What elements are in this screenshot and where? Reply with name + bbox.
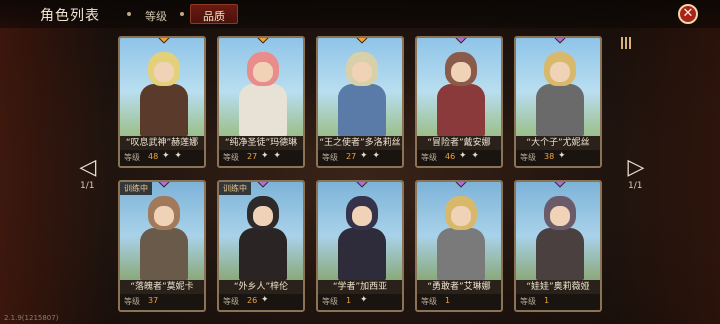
character-name: “王之使者”多洛莉丝 [318, 136, 402, 150]
tab-separator-dot [127, 12, 131, 16]
character-name: “学者”加西亚 [318, 280, 402, 294]
level-label: 等级 [421, 153, 437, 162]
star-rank-icon: ✦ ✦ [261, 151, 282, 161]
character-name: “外乡人”梓伦 [219, 280, 303, 294]
character-portrait [417, 38, 501, 136]
character-card[interactable]: “冒险者”戴安娜等级 46 ✦ ✦ [415, 36, 503, 168]
character-portrait [219, 182, 303, 280]
right-page-indicator: 1/1 [628, 181, 643, 191]
character-name: “冒险者”戴安娜 [417, 136, 501, 150]
character-portrait [516, 38, 600, 136]
level-label: 等级 [322, 153, 338, 162]
character-info-bar: 等级 1 [516, 294, 600, 310]
version-label: 2.1.9(1215807) [4, 314, 59, 322]
level-label: 等级 [421, 297, 437, 306]
character-name: “娃娃”奥莉薇娅 [516, 280, 600, 294]
character-portrait [318, 182, 402, 280]
character-card[interactable]: “王之使者”多洛莉丝等级 27 ✦ ✦ [316, 36, 404, 168]
level-label: 等级 [520, 153, 536, 162]
character-portrait [120, 182, 204, 280]
star-rank-icon: ✦ ✦ [459, 151, 480, 161]
level-value: 1 [445, 296, 451, 305]
page-title: 角色列表 [40, 8, 100, 24]
character-info-bar: 等级 37 [120, 294, 204, 310]
character-card[interactable]: “大个子”尤妮丝等级 38 ✦ [514, 36, 602, 168]
character-card[interactable]: “勇敢者”艾琳娜等级 1 [415, 180, 503, 312]
character-portrait [120, 38, 204, 136]
character-name: “纯净圣徒”玛德琳 [219, 136, 303, 150]
level-label: 等级 [223, 297, 239, 306]
character-info-bar: 等级 1 ✦ [318, 294, 402, 310]
character-info-bar: 等级 27 ✦ ✦ [219, 150, 303, 166]
close-button[interactable]: ✕ [678, 4, 698, 24]
tab-quality[interactable]: 品质 [190, 4, 238, 24]
level-value: 38 [544, 152, 555, 161]
sort-filter-icon[interactable] [621, 37, 633, 49]
character-info-bar: 等级 48 ✦ ✦ [120, 150, 204, 166]
star-rank-icon: ✦ ✦ [162, 151, 183, 161]
level-value: 48 [148, 152, 159, 161]
training-badge: 训练中 [120, 182, 152, 195]
tab-quality-label: 品质 [203, 10, 225, 23]
level-label: 等级 [124, 297, 140, 306]
level-value: 27 [346, 152, 357, 161]
character-info-bar: 等级 26 ✦ [219, 294, 303, 310]
star-rank-icon: ✦ ✦ [360, 151, 381, 161]
character-name: “大个子”尤妮丝 [516, 136, 600, 150]
level-value: 1 [544, 296, 550, 305]
header-bar: 角色列表 等级 品质 ✕ [0, 0, 720, 28]
tab-level[interactable]: 等级 [145, 8, 167, 24]
character-card[interactable]: “娃娃”奥莉薇娅等级 1 [514, 180, 602, 312]
character-card[interactable]: 训练中 “外乡人”梓伦等级 26 ✦ [217, 180, 305, 312]
character-card[interactable]: “叹息武神”赫莲娜等级 48 ✦ ✦ [118, 36, 206, 168]
level-label: 等级 [124, 153, 140, 162]
character-card[interactable]: “纯净圣徒”玛德琳等级 27 ✦ ✦ [217, 36, 305, 168]
character-portrait [516, 182, 600, 280]
level-value: 37 [148, 296, 159, 305]
character-info-bar: 等级 46 ✦ ✦ [417, 150, 501, 166]
character-portrait [417, 182, 501, 280]
level-label: 等级 [223, 153, 239, 162]
character-name: “落魄者”莫妮卡 [120, 280, 204, 294]
star-rank-icon: ✦ [558, 151, 567, 161]
character-portrait [219, 38, 303, 136]
arrow-right-icon[interactable]: ▷ [624, 156, 648, 180]
left-page-indicator: 1/1 [80, 181, 95, 191]
level-label: 等级 [322, 297, 338, 306]
character-info-bar: 等级 38 ✦ [516, 150, 600, 166]
close-icon: ✕ [682, 6, 694, 21]
training-badge: 训练中 [219, 182, 251, 195]
character-info-bar: 等级 27 ✦ ✦ [318, 150, 402, 166]
character-name: “叹息武神”赫莲娜 [120, 136, 204, 150]
character-card[interactable]: 训练中 “落魄者”莫妮卡等级 37 [118, 180, 206, 312]
star-rank-icon: ✦ [360, 295, 369, 305]
character-portrait [318, 38, 402, 136]
level-value: 27 [247, 152, 258, 161]
level-value: 26 [247, 296, 258, 305]
arrow-left-icon[interactable]: ◁ [76, 156, 100, 180]
character-card[interactable]: “学者”加西亚等级 1 ✦ [316, 180, 404, 312]
character-info-bar: 等级 1 [417, 294, 501, 310]
level-value: 46 [445, 152, 456, 161]
star-rank-icon: ✦ [261, 295, 270, 305]
tab-separator-dot [180, 12, 184, 16]
level-value: 1 [346, 296, 352, 305]
level-label: 等级 [520, 297, 536, 306]
character-name: “勇敢者”艾琳娜 [417, 280, 501, 294]
